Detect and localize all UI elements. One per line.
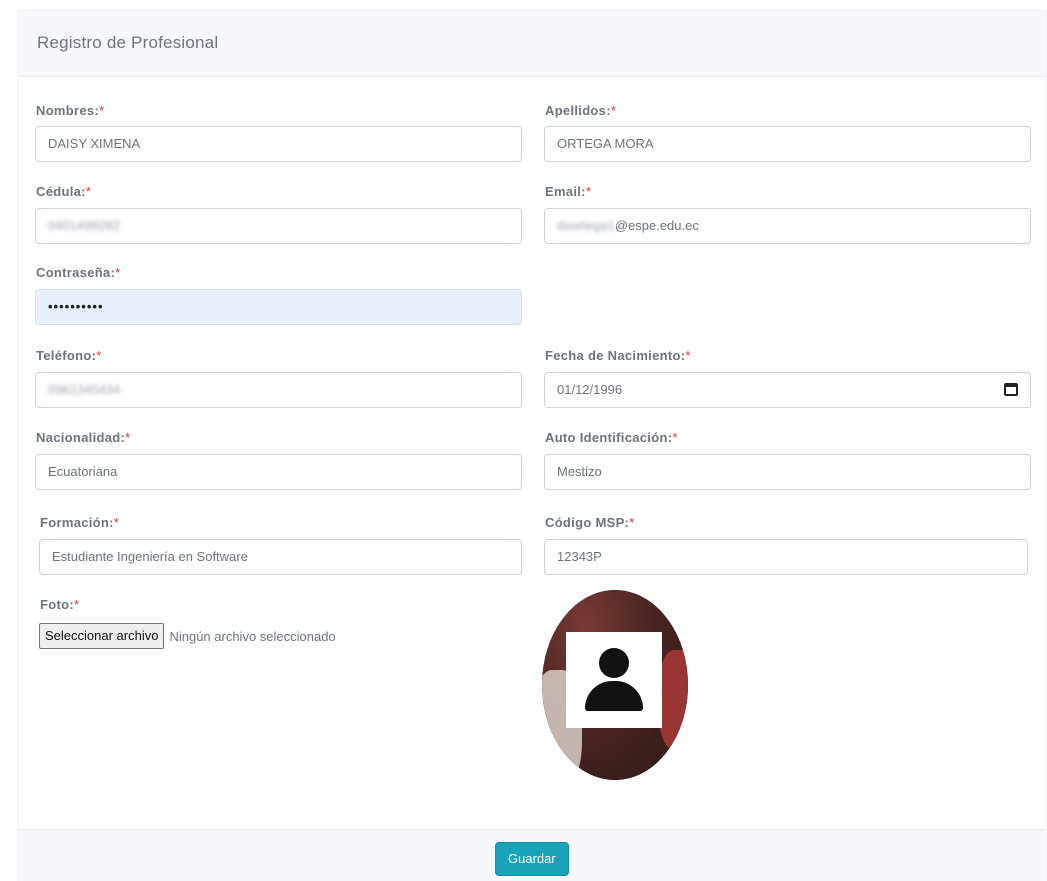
fecha-nacimiento-label: Fecha de Nacimiento:* — [545, 348, 691, 363]
apellidos-label: Apellidos:* — [545, 103, 617, 118]
foto-label: Foto:* — [40, 597, 80, 612]
email-user-blurred: dxortega1 — [557, 218, 615, 233]
birthdate-value: 01/12/1996 — [557, 382, 623, 397]
email-input[interactable]: dxortega1@espe.edu.ec — [544, 208, 1031, 244]
formacion-input[interactable]: Estudiante Ingeniería en Software — [39, 539, 522, 575]
nombres-label: Nombres:* — [36, 103, 105, 118]
telefono-label: Teléfono:* — [36, 348, 102, 363]
cedula-value: 0401498282 — [48, 218, 121, 233]
telefono-value: 0961345434 — [48, 382, 121, 397]
nacionalidad-input[interactable]: Ecuatoriana — [35, 454, 522, 490]
codigo-msp-input[interactable]: 12343P — [544, 539, 1028, 575]
page-title: Registro de Profesional — [37, 33, 219, 52]
formacion-label: Formación:* — [40, 515, 120, 530]
file-status: Ningún archivo seleccionado — [169, 628, 336, 644]
avatar-placeholder — [566, 632, 662, 728]
user-icon-head — [599, 648, 629, 678]
save-button[interactable]: Guardar — [495, 842, 569, 876]
calendar-icon[interactable] — [1004, 383, 1018, 396]
nombres-input[interactable]: DAISY XIMENA — [35, 126, 522, 162]
file-input: Seleccionar archivo Ningún archivo selec… — [39, 622, 336, 650]
photo-detail-right — [658, 650, 688, 750]
telefono-input[interactable]: 0961345434 — [35, 372, 522, 408]
select-file-button[interactable]: Seleccionar archivo — [39, 623, 165, 649]
contrasena-label: Contraseña:* — [36, 265, 121, 280]
codigo-msp-label: Código MSP:* — [545, 515, 635, 530]
email-domain: @espe.edu.ec — [614, 218, 699, 233]
email-label: Email:* — [545, 184, 592, 199]
cedula-label: Cédula:* — [36, 184, 92, 199]
card-footer: Guardar — [19, 829, 1046, 881]
auto-identificacion-label: Auto Identificación:* — [545, 430, 678, 445]
auto-identificacion-input[interactable]: Mestizo — [544, 454, 1031, 490]
user-icon-body — [585, 681, 643, 711]
apellidos-input[interactable]: ORTEGA MORA — [544, 126, 1031, 162]
nacionalidad-label: Nacionalidad:* — [36, 430, 131, 445]
birthdate-input[interactable]: 01/12/1996 — [544, 372, 1031, 408]
cedula-input[interactable]: 0401498282 — [35, 208, 522, 244]
password-input[interactable]: •••••••••• — [35, 289, 522, 325]
card-header: Registro de Profesional — [19, 11, 1046, 77]
